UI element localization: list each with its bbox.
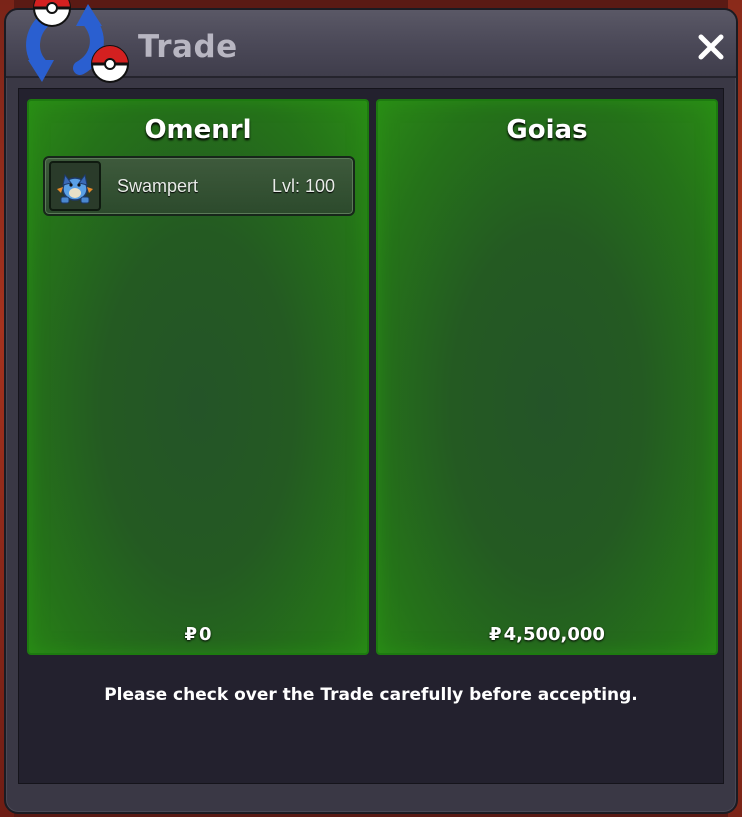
left-player-name: Omenrl	[144, 115, 252, 145]
trade-window: Trade Omenrl Swampert Lvl: 100 ₽ 0 Goias…	[4, 0, 738, 814]
currency-icon: ₽	[489, 624, 502, 645]
currency-icon: ₽	[184, 624, 197, 645]
trade-logo-icon	[26, 0, 129, 83]
trade-item-row[interactable]: Swampert Lvl: 100	[43, 156, 355, 216]
item-name: Swampert	[117, 176, 199, 196]
window-title: Trade	[138, 29, 238, 65]
item-icon-frame	[49, 161, 101, 211]
item-level: Lvl: 100	[271, 176, 335, 196]
right-trade-panel: Goias ₽4,500,000	[376, 99, 718, 655]
left-money-value: 0	[199, 624, 212, 645]
trade-content: Omenrl Swampert Lvl: 100 ₽ 0 Goias ₽ 4,5…	[18, 88, 724, 784]
right-player-name: Goias	[506, 115, 588, 145]
trade-notice: Please check over the Trade carefully be…	[104, 685, 638, 705]
right-money: ₽4,500,000	[378, 624, 716, 645]
swampert-sprite-icon	[57, 173, 93, 204]
close-icon	[698, 34, 724, 60]
close-button[interactable]	[694, 30, 728, 64]
bottom-bar	[18, 788, 724, 808]
right-money-value: 4,500,000	[503, 624, 605, 645]
left-trade-panel: Omenrl Swampert Lvl: 100 ₽ 0	[27, 99, 369, 655]
left-money: ₽0	[29, 624, 367, 645]
